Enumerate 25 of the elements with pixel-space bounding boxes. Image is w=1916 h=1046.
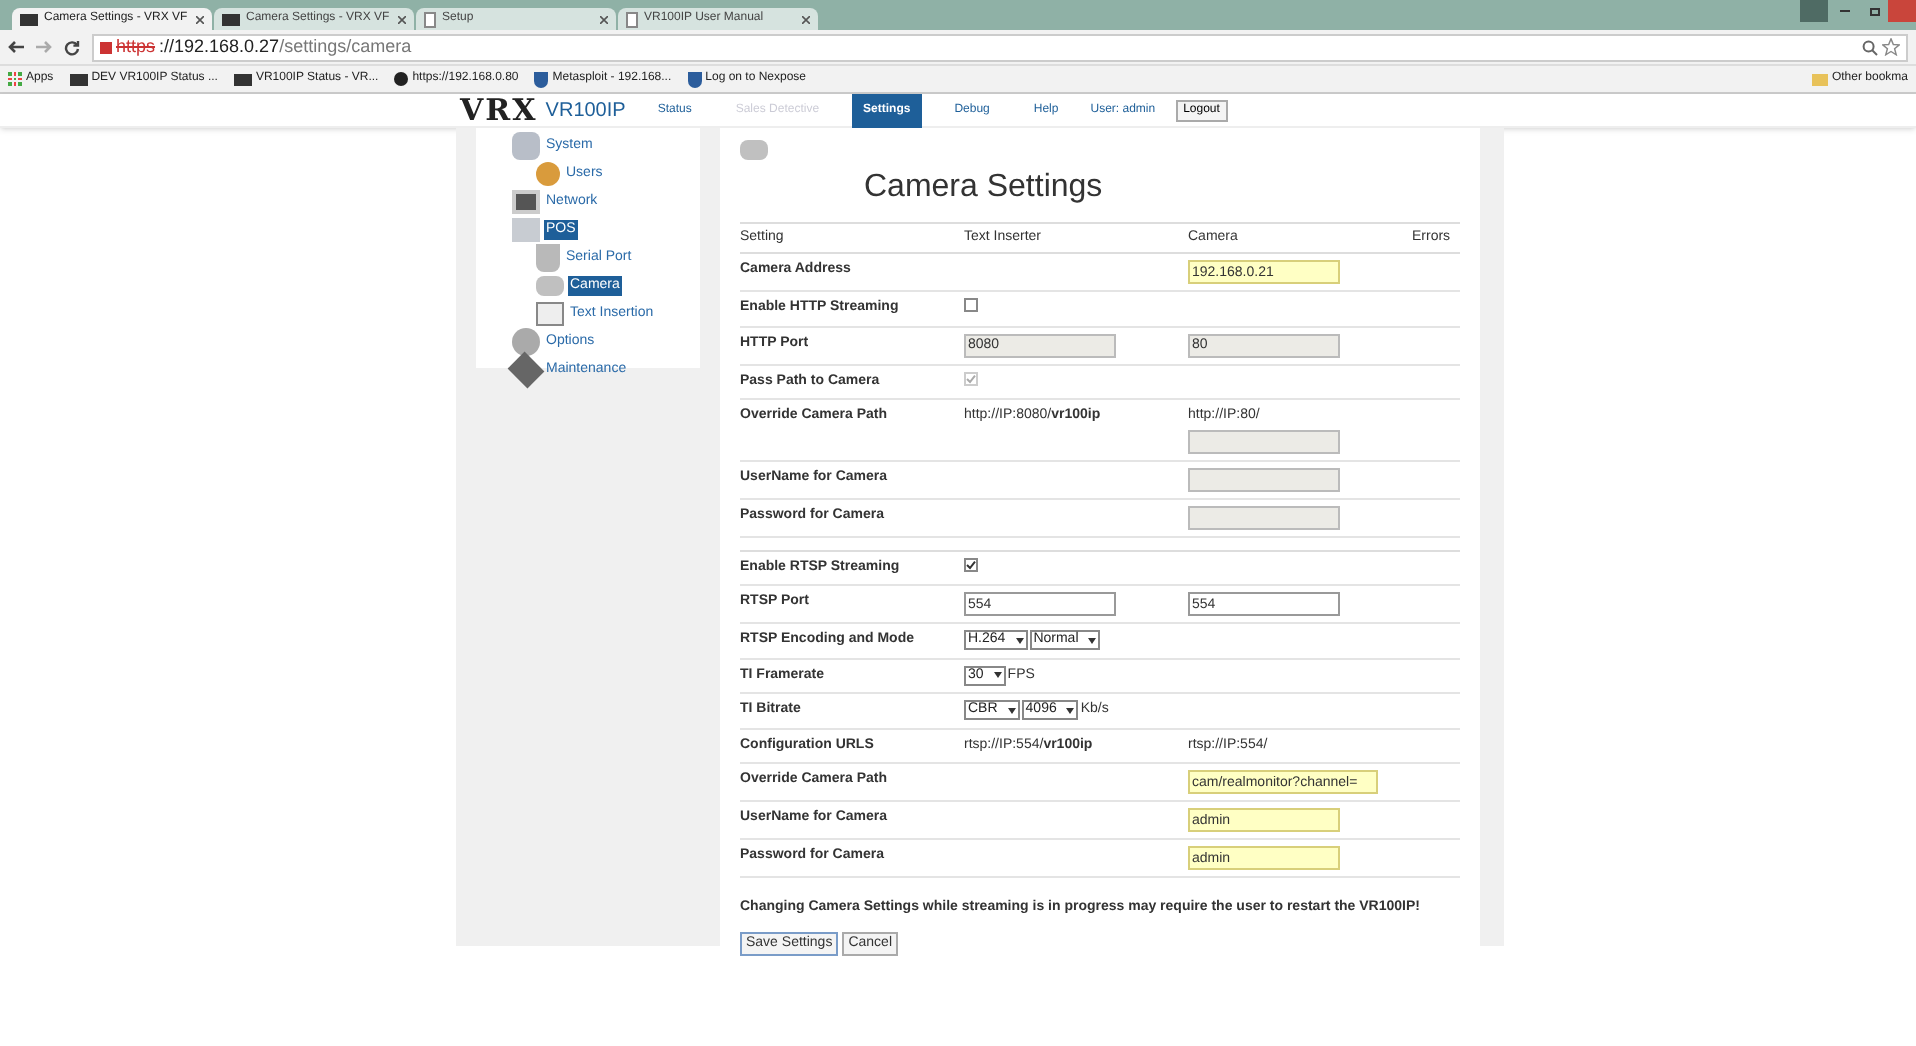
- product-name: VR100IP: [545, 97, 626, 125]
- address-bar[interactable]: https ://192.168.0.27/settings/camera: [92, 33, 1908, 61]
- caret-icon: [1007, 707, 1016, 714]
- checkbox[interactable]: [964, 298, 978, 312]
- shield-icon: [687, 71, 702, 87]
- checkbox[interactable]: [964, 557, 978, 571]
- folder-icon: [1811, 73, 1828, 85]
- caret-icon: [993, 672, 1002, 679]
- caret-icon: [1066, 707, 1075, 714]
- page-icon: [424, 11, 436, 27]
- url-path: /settings/camera: [279, 33, 412, 60]
- logo: VRX: [460, 89, 538, 132]
- reload-icon[interactable]: [64, 39, 80, 55]
- caret-icon: [1088, 637, 1097, 643]
- page-title: Camera Settings: [864, 168, 1103, 208]
- star-icon[interactable]: [1882, 38, 1900, 56]
- apps-grid-icon: [8, 72, 22, 86]
- back-arrow-icon[interactable]: [8, 40, 24, 54]
- url-host: ://192.168.0.27: [159, 33, 280, 60]
- page-icon: [626, 11, 638, 27]
- shield-icon: [534, 71, 549, 87]
- caret-icon: [1015, 637, 1024, 643]
- network-icon: [512, 190, 540, 214]
- url-scheme: https: [116, 33, 156, 60]
- magnifier-icon[interactable]: [1862, 39, 1878, 55]
